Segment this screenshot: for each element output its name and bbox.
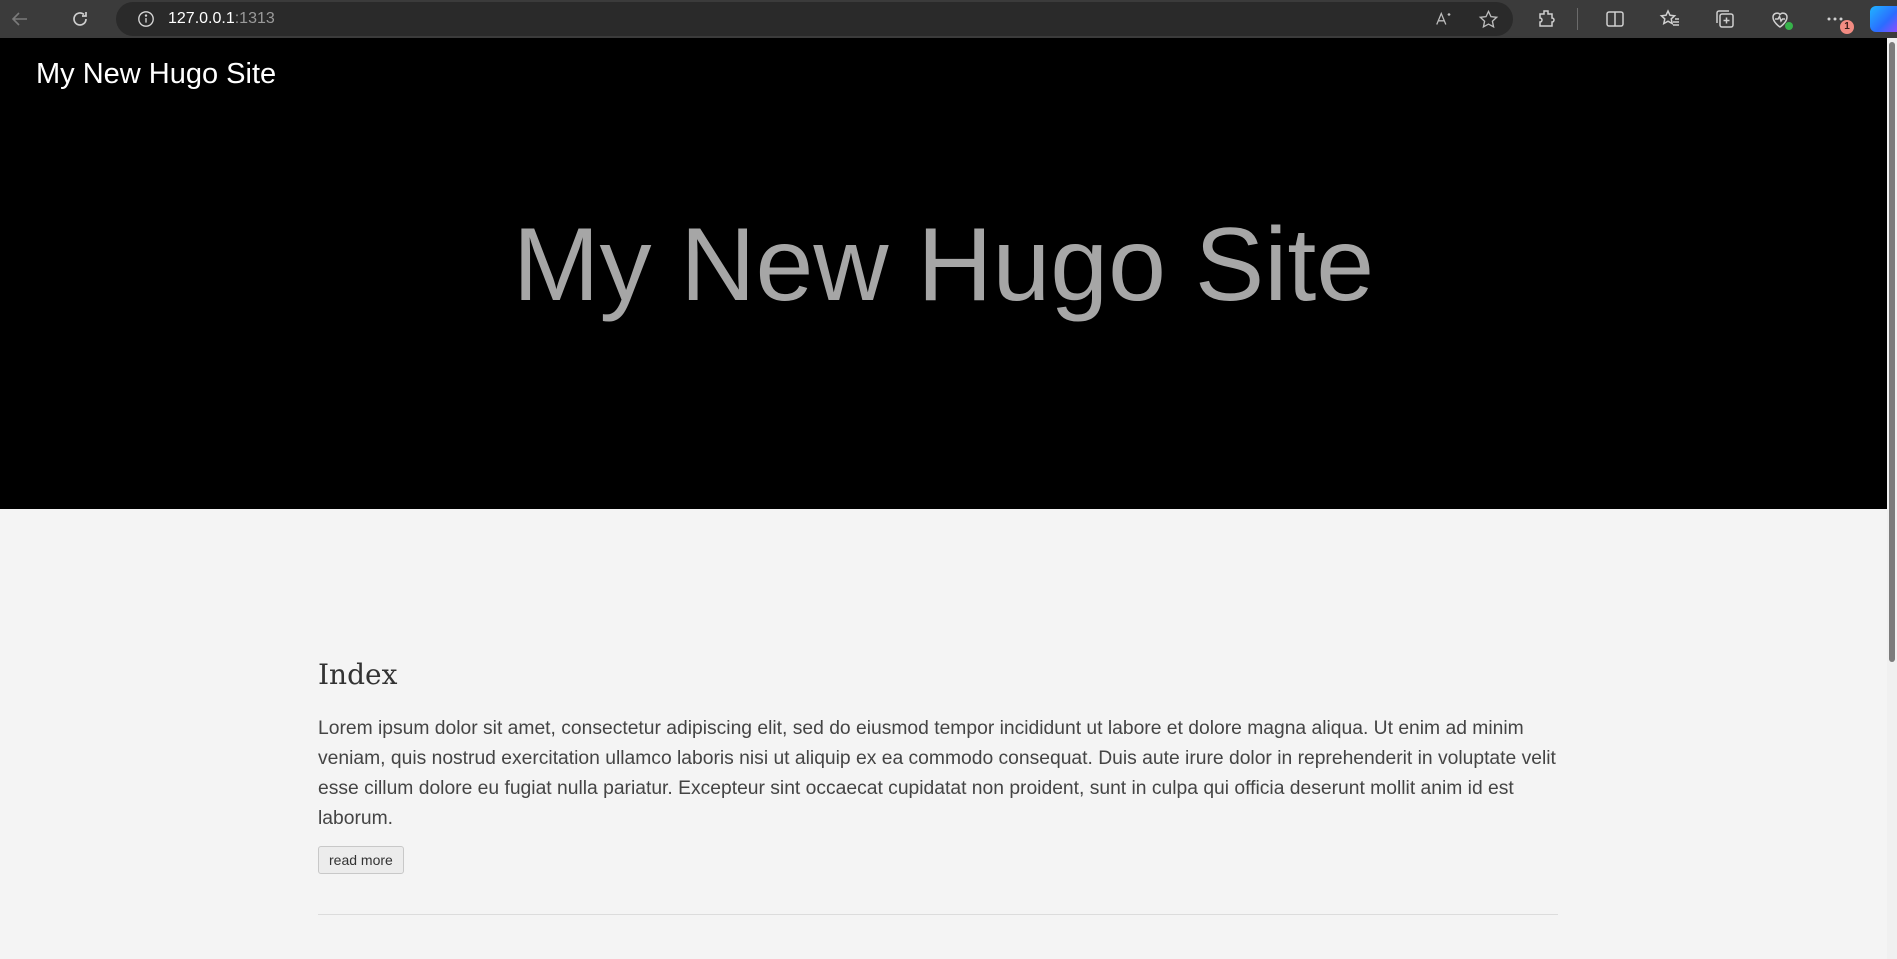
page-viewport: My New Hugo Site My New Hugo Site Index …	[0, 38, 1887, 959]
settings-more-icon[interactable]: 1	[1818, 2, 1854, 36]
status-dot	[1785, 22, 1793, 30]
post-list: Index Lorem ipsum dolor sit amet, consec…	[318, 658, 1558, 915]
favorites-icon[interactable]	[1653, 2, 1687, 36]
favorite-star-icon[interactable]	[1477, 8, 1499, 30]
browser-essentials-icon[interactable]	[1763, 2, 1797, 36]
split-screen-icon[interactable]	[1598, 2, 1632, 36]
url-text[interactable]: 127.0.0.1:1313	[168, 10, 275, 28]
browser-toolbar: 127.0.0.1:1313 1	[0, 0, 1897, 38]
copilot-icon[interactable]	[1870, 6, 1897, 32]
read-more-button[interactable]: read more	[318, 845, 404, 874]
post-summary: Index Lorem ipsum dolor sit amet, consec…	[318, 658, 1558, 915]
page-scrollbar[interactable]	[1887, 38, 1897, 959]
hero-banner: My New Hugo Site My New Hugo Site	[0, 38, 1887, 509]
post-title[interactable]: Index	[318, 658, 1558, 692]
site-title-link[interactable]: My New Hugo Site	[36, 58, 276, 91]
post-divider	[318, 913, 1558, 915]
reload-button[interactable]	[60, 1, 100, 37]
hero-title: My New Hugo Site	[512, 207, 1375, 323]
read-aloud-icon[interactable]	[1433, 8, 1455, 30]
address-bar[interactable]: 127.0.0.1:1313	[116, 2, 1513, 36]
site-info-icon[interactable]	[136, 9, 156, 29]
back-arrow-icon	[11, 12, 27, 26]
toolbar-separator	[1577, 8, 1578, 30]
url-host: 127.0.0.1	[168, 10, 235, 27]
reload-icon	[73, 12, 87, 26]
back-button[interactable]	[0, 1, 40, 37]
collections-icon[interactable]	[1708, 2, 1742, 36]
extensions-icon[interactable]	[1530, 2, 1564, 36]
notification-badge: 1	[1840, 20, 1854, 34]
scrollbar-thumb[interactable]	[1889, 42, 1895, 662]
url-port: :1313	[234, 10, 275, 27]
post-excerpt: Lorem ipsum dolor sit amet, consectetur …	[318, 717, 1556, 829]
